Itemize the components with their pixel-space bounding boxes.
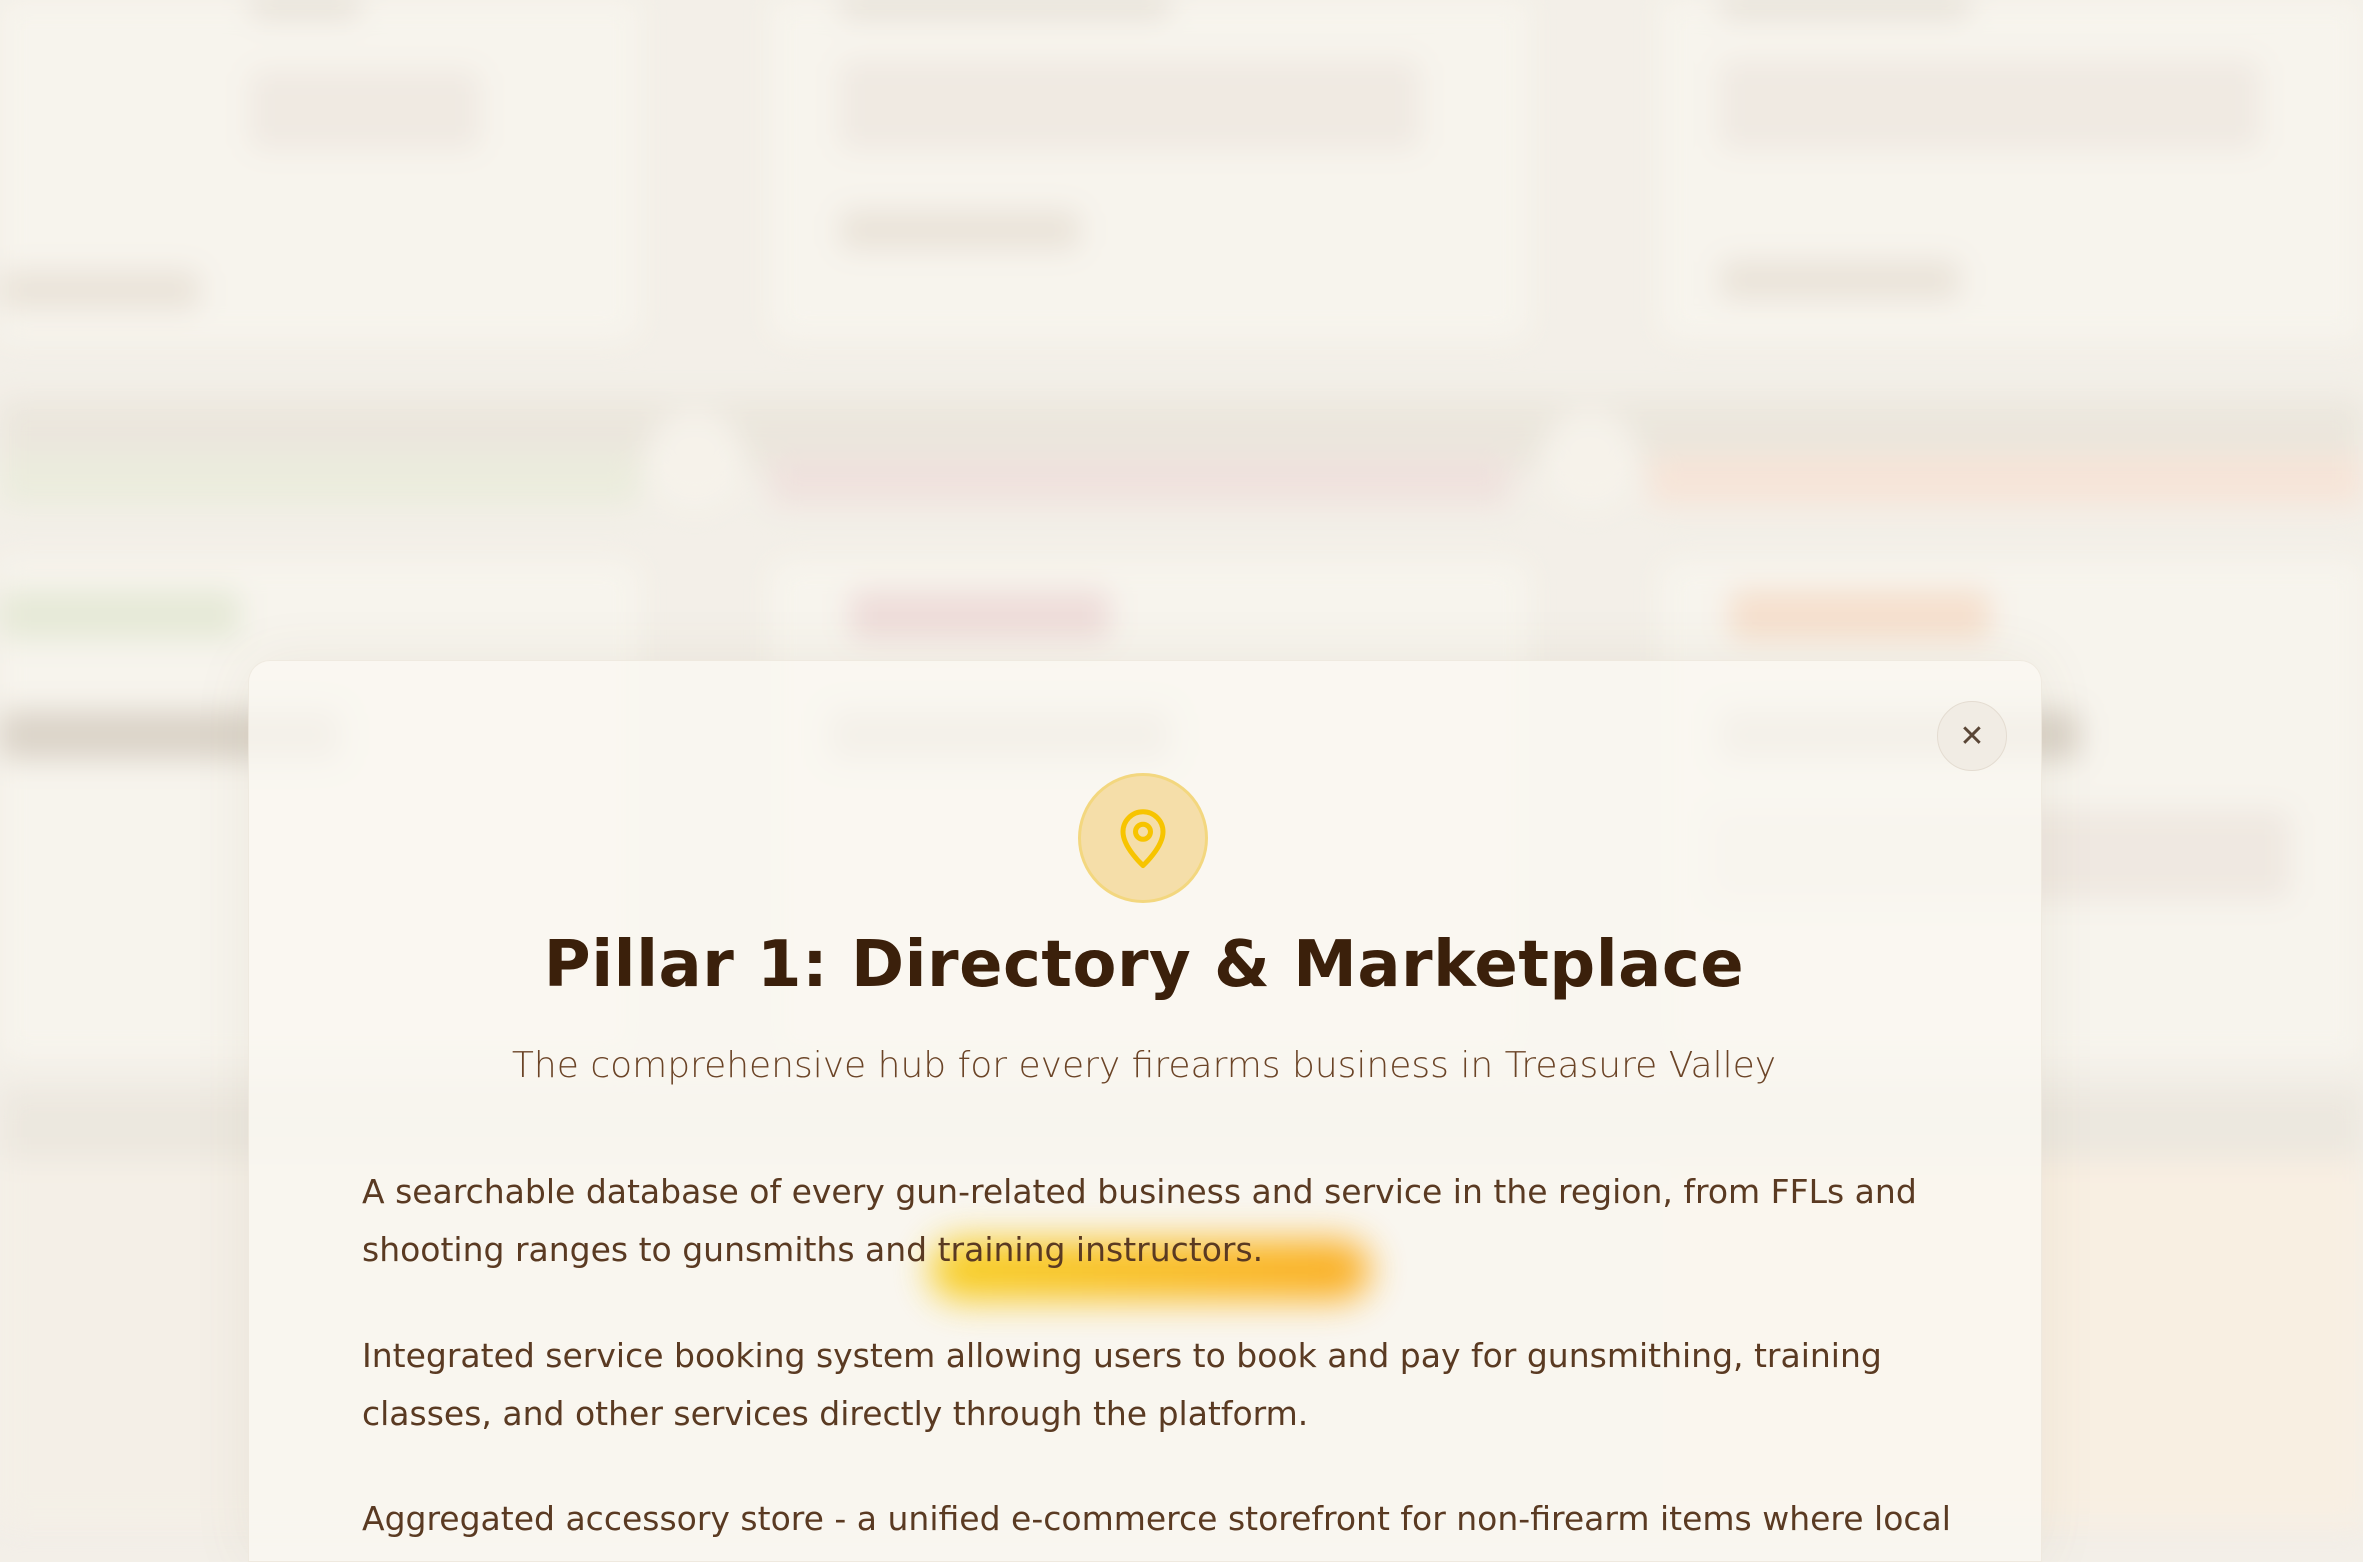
close-icon: ✕: [1959, 718, 1985, 754]
description-paragraph: Aggregated accessory store - a unified e…: [362, 1499, 1951, 1538]
description-paragraph: A searchable database of every gun-relat…: [362, 1172, 1917, 1269]
modal-title: Pillar 1: Directory & Marketplace: [543, 928, 1745, 1002]
close-button[interactable]: ✕: [1937, 701, 2007, 771]
map-pin-icon: [1078, 773, 1208, 903]
modal-subtitle: The comprehensive hub for every firearms…: [511, 1045, 1777, 1086]
description-paragraph: Integrated service booking system allowi…: [362, 1336, 1882, 1433]
